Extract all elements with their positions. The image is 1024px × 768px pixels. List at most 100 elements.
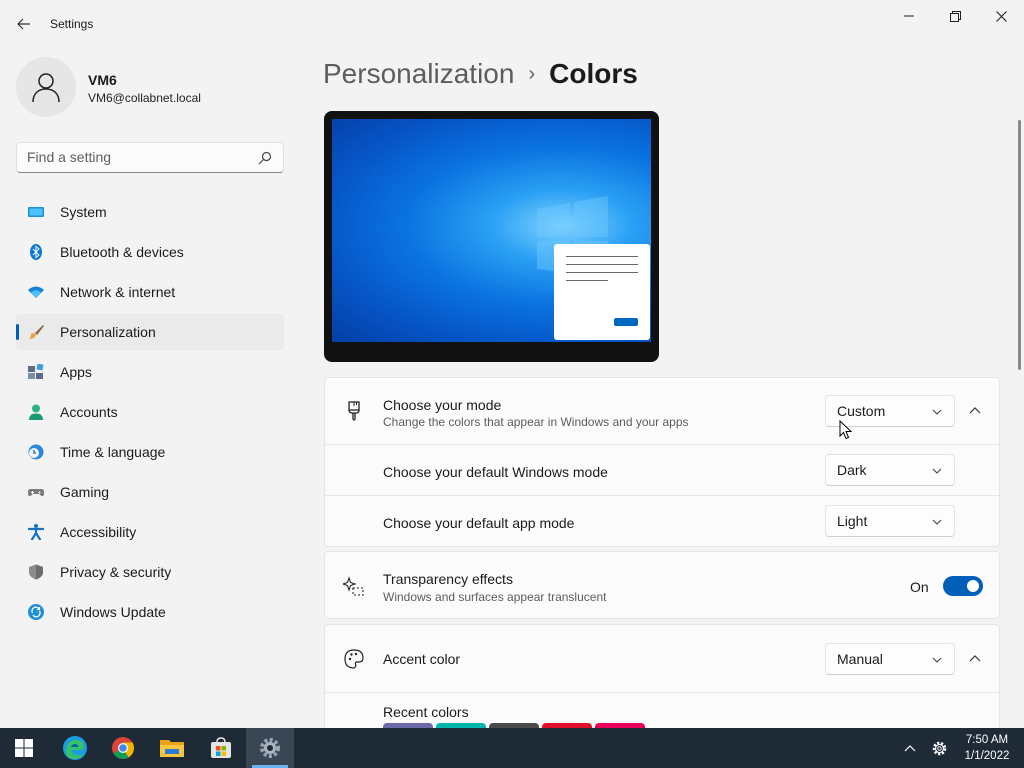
preview-line [566, 256, 638, 257]
brush-icon [29, 325, 44, 339]
theme-preview [324, 111, 659, 362]
sidebar-item-time-language[interactable]: Time & language [16, 434, 284, 470]
sidebar-item-label: Accounts [60, 404, 118, 420]
chevron-down-icon [932, 468, 942, 474]
divider [325, 444, 1001, 445]
mode-dropdown-value: Custom [837, 403, 886, 419]
mouse-cursor-icon [839, 420, 853, 440]
chevron-up-icon[interactable] [967, 403, 983, 419]
app-mode-value: Light [837, 513, 868, 529]
taskbar: 7:50 AM 1/1/2022 [0, 728, 1024, 768]
gamepad-icon [28, 489, 44, 497]
sidebar-item-gaming[interactable]: Gaming [16, 474, 284, 510]
apps-icon [28, 364, 44, 379]
sidebar-item-label: Gaming [60, 484, 110, 500]
breadcrumb: Personalization › Colors [323, 58, 638, 90]
accent-dropdown-value: Manual [837, 651, 883, 667]
accent-dropdown[interactable]: Manual [825, 643, 955, 675]
minimize-button[interactable] [886, 0, 932, 32]
sidebar-item-apps[interactable]: Apps [16, 354, 284, 390]
scrollbar[interactable] [1018, 120, 1021, 370]
sidebar-item-bluetooth[interactable]: Bluetooth & devices [16, 234, 284, 270]
back-arrow-icon [17, 18, 30, 30]
divider [325, 692, 999, 693]
close-button[interactable] [978, 0, 1024, 32]
search-icon[interactable] [257, 150, 273, 166]
windows-mode-title: Choose your default Windows mode [383, 464, 608, 480]
sidebar-item-label: Bluetooth & devices [60, 244, 184, 260]
windows-mode-value: Dark [837, 462, 867, 478]
chrome-icon [112, 737, 134, 759]
store-button[interactable] [197, 728, 245, 768]
title-bar: Settings [0, 0, 1024, 48]
breadcrumb-parent[interactable]: Personalization [323, 58, 514, 89]
update-icon [28, 604, 44, 620]
sidebar-item-label: Personalization [60, 324, 156, 340]
recent-colors-label: Recent colors [383, 704, 469, 720]
sidebar-item-label: Network & internet [60, 284, 176, 300]
system-icon [28, 207, 44, 217]
sidebar-nav: System Bluetooth & devices Network & int… [16, 194, 284, 634]
sparkle-icon [343, 576, 364, 596]
search-box[interactable] [16, 142, 284, 173]
chevron-down-icon [932, 519, 942, 525]
sidebar-item-privacy[interactable]: Privacy & security [16, 554, 284, 590]
user-email: VM6@collabnet.local [88, 91, 201, 105]
mode-subtitle: Change the colors that appear in Windows… [383, 415, 689, 429]
accent-card: Accent color Manual Recent colors [324, 624, 1000, 728]
minimize-icon [904, 15, 914, 17]
file-explorer-button[interactable] [148, 728, 196, 768]
shield-icon [29, 564, 43, 580]
file-explorer-icon [160, 740, 184, 757]
accessibility-icon [28, 524, 44, 540]
search-input[interactable] [27, 149, 247, 165]
accent-title: Accent color [383, 651, 461, 667]
accounts-icon [29, 404, 43, 420]
user-icon [32, 73, 60, 103]
back-button[interactable] [12, 12, 36, 36]
start-button[interactable] [0, 728, 48, 768]
transparency-toggle[interactable] [943, 576, 983, 596]
chevron-up-icon [904, 745, 916, 752]
sidebar-item-network[interactable]: Network & internet [16, 274, 284, 310]
preview-desktop [332, 119, 651, 342]
tray-settings-button[interactable] [928, 728, 950, 768]
app-mode-title: Choose your default app mode [383, 515, 575, 531]
paintbrush-icon [348, 401, 360, 421]
sidebar-item-accessibility[interactable]: Accessibility [16, 514, 284, 550]
windows-mode-dropdown[interactable]: Dark [825, 454, 955, 486]
chevron-down-icon [932, 657, 942, 663]
sidebar-item-windows-update[interactable]: Windows Update [16, 594, 284, 630]
transparency-card: Transparency effects Windows and surface… [324, 551, 1000, 619]
transparency-title: Transparency effects [383, 571, 513, 587]
preview-line [566, 272, 638, 273]
app-mode-dropdown[interactable]: Light [825, 505, 955, 537]
gear-icon [932, 741, 946, 755]
chevron-up-icon[interactable] [967, 651, 983, 667]
sidebar-item-personalization[interactable]: Personalization [16, 314, 284, 350]
settings-icon [260, 738, 280, 758]
transparency-state: On [910, 579, 929, 595]
clock[interactable]: 7:50 AM 1/1/2022 [956, 732, 1018, 764]
preview-line [566, 264, 638, 265]
toggle-knob [967, 580, 979, 592]
clock-globe-icon [28, 444, 44, 460]
breadcrumb-separator: › [528, 63, 536, 85]
chevron-down-icon [932, 409, 942, 415]
user-name: VM6 [88, 72, 117, 88]
edge-button[interactable] [51, 728, 99, 768]
sidebar-item-accounts[interactable]: Accounts [16, 394, 284, 430]
chrome-button[interactable] [99, 728, 147, 768]
sidebar-item-label: Privacy & security [60, 564, 172, 580]
sidebar-item-label: Windows Update [60, 604, 166, 620]
preview-window [554, 244, 650, 340]
sidebar-item-system[interactable]: System [16, 194, 284, 230]
preview-button [614, 318, 638, 326]
transparency-subtitle: Windows and surfaces appear translucent [383, 590, 607, 604]
page-title: Colors [549, 58, 638, 89]
clock-time: 7:50 AM [965, 734, 1009, 746]
edge-icon [63, 736, 87, 760]
settings-taskbar-button[interactable] [246, 728, 294, 768]
maximize-button[interactable] [932, 0, 978, 32]
show-hidden-icons-button[interactable] [899, 728, 921, 768]
